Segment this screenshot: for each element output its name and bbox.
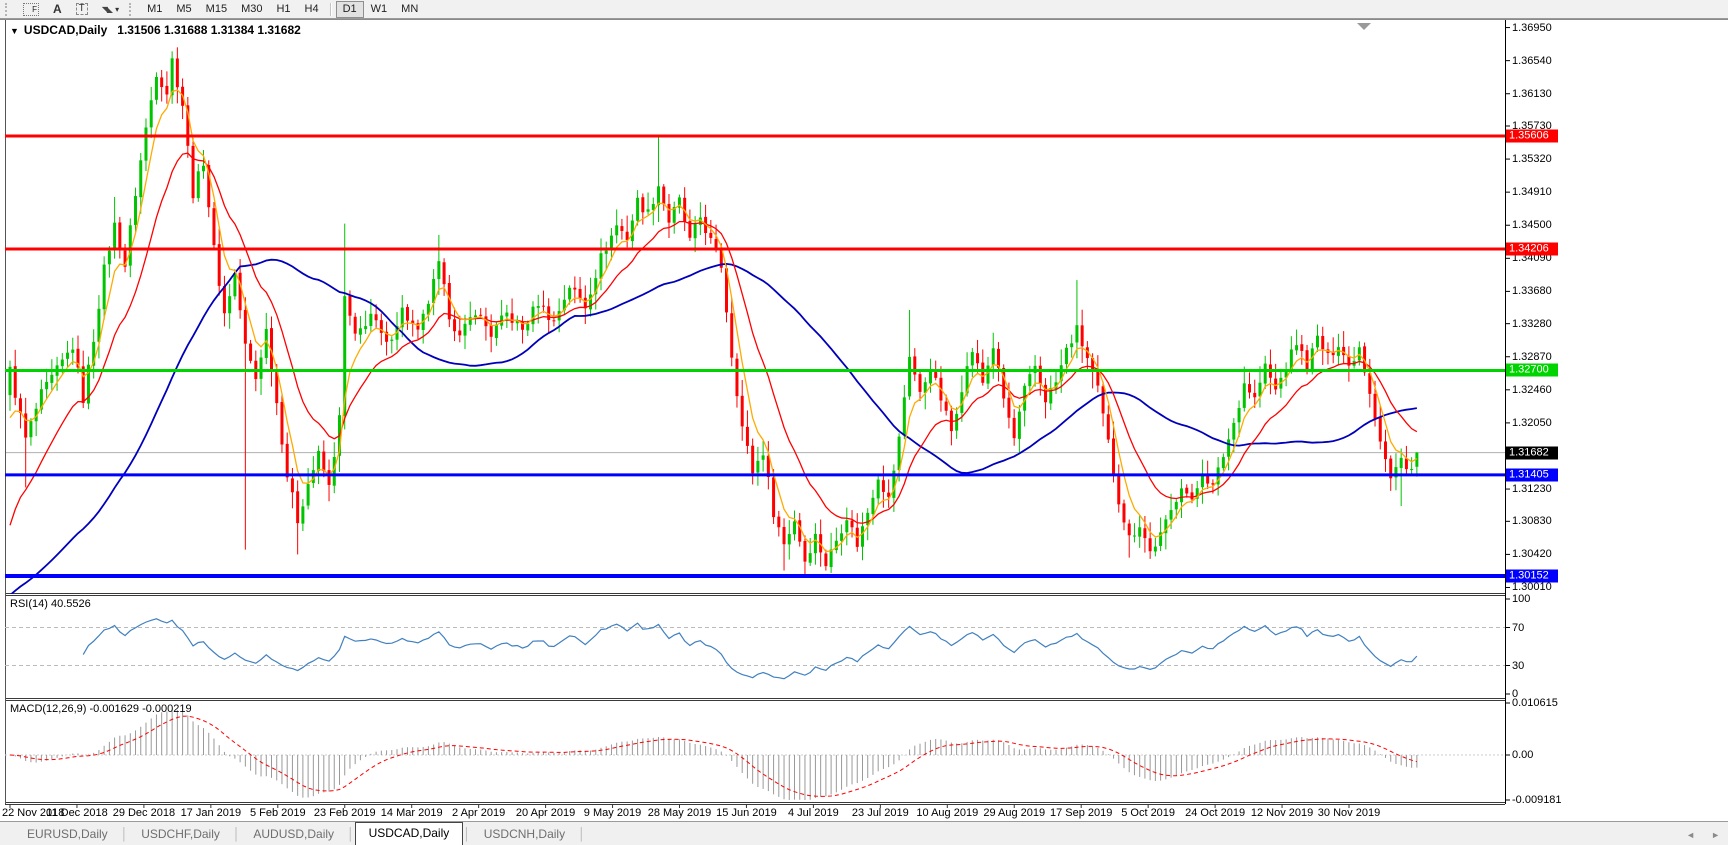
- date-tick-label: 11 Dec 2018: [46, 807, 108, 819]
- price-tick-label: 1.36130: [1512, 87, 1552, 100]
- timeframe-mn-button[interactable]: MN: [394, 1, 425, 18]
- chart-f-tool-icon: F: [23, 2, 39, 16]
- chart-tab-eurusd[interactable]: EURUSD,Daily: [14, 824, 121, 845]
- rsi-tick-label: 70: [1512, 621, 1525, 634]
- price-tick-label: 1.34500: [1512, 219, 1552, 232]
- price-tick-label: 1.36950: [1512, 21, 1552, 34]
- price-tick-label: 1.36540: [1512, 54, 1552, 67]
- date-tick-label: 9 May 2019: [583, 807, 642, 819]
- date-tick-label: 24 Oct 2019: [1185, 807, 1246, 819]
- price-tick-label: 1.32460: [1512, 383, 1552, 396]
- date-tick-label: 20 Apr 2019: [515, 807, 576, 819]
- rsi-tick-label: 30: [1512, 659, 1525, 672]
- tab-separator: │: [120, 826, 129, 841]
- date-tick-label: 12 Nov 2019: [1250, 807, 1314, 819]
- date-tick-label: 10 Aug 2019: [916, 807, 979, 819]
- chart-tab-usdcnh[interactable]: USDCNH,Daily: [471, 824, 578, 845]
- date-tick-label: 29 Aug 2019: [983, 807, 1046, 819]
- date-tick-label: 5 Feb 2019: [249, 807, 306, 819]
- price-tick-label: 1.35320: [1512, 153, 1552, 166]
- tab-separator: │: [463, 826, 471, 841]
- rsi-tick-label: 100: [1512, 593, 1531, 605]
- toolbar-grip[interactable]: [5, 2, 11, 16]
- chart-tabs: EURUSD,Daily │ USDCHF,Daily │ AUDUSD,Daily │ U…: [14, 822, 586, 845]
- label-a-tool-icon: A: [53, 2, 62, 16]
- dropdown-caret-icon[interactable]: ▾: [115, 5, 119, 14]
- date-tick-label: 23 Feb 2019: [313, 807, 376, 819]
- price-tick-label: 1.30830: [1512, 515, 1552, 528]
- timeframe-w1-button[interactable]: W1: [364, 1, 395, 18]
- price-tick-label: 1.31230: [1512, 483, 1552, 496]
- toolbar-grip-2[interactable]: [129, 2, 135, 16]
- timeframe-m5-button[interactable]: M5: [169, 1, 198, 18]
- timeframe-h4-button[interactable]: H4: [298, 1, 326, 18]
- date-tick-label: 17 Sep 2019: [1049, 807, 1113, 819]
- price-level-badge: 1.30152: [1506, 569, 1558, 583]
- price-tick-label: 1.33280: [1512, 317, 1552, 330]
- chart-tab-audusd[interactable]: AUDUSD,Daily: [240, 824, 347, 845]
- macd-label: MACD(12,26,9) -0.001629 -0.000219: [10, 703, 192, 715]
- price-level-badge: 1.31682: [1506, 446, 1558, 460]
- tab-separator: │: [578, 826, 586, 841]
- chart-tab-usdchf[interactable]: USDCHF,Daily: [128, 824, 233, 845]
- macd-tick-label: 0.00: [1512, 749, 1534, 761]
- date-tick-label: 23 Jul 2019: [851, 807, 909, 819]
- date-tick-label: 15 Jun 2019: [716, 807, 777, 819]
- toolbar-separator: [329, 2, 332, 16]
- chart-tab-usdcad[interactable]: USDCAD,Daily: [354, 822, 464, 845]
- price-level-badge: 1.35606: [1506, 129, 1558, 143]
- label-a-tool-button[interactable]: A: [46, 1, 69, 18]
- date-tick-label: 2 Apr 2019: [452, 807, 506, 819]
- scroll-right-button[interactable]: ►: [1711, 830, 1720, 840]
- date-tick-label: 4 Jul 2019: [788, 807, 839, 819]
- price-tick-label: 1.34910: [1512, 186, 1552, 199]
- drawing-tools-group: F A T ◥◣ ▾: [16, 1, 126, 18]
- arrow-shapes-tool-icon: ◥◣: [101, 4, 113, 14]
- timeframe-m30-button[interactable]: M30: [234, 1, 269, 18]
- timeframe-m1-button[interactable]: M1: [140, 1, 169, 18]
- price-level-badge: 1.34206: [1506, 242, 1558, 256]
- timeframe-toolbar: M1 M5 M15 M30 H1 H4 D1 W1 MN: [140, 0, 425, 18]
- date-tick-label: 29 Dec 2018: [112, 807, 176, 819]
- collapse-triangle-icon[interactable]: ▼: [10, 26, 19, 36]
- textbox-tool-button[interactable]: T: [69, 1, 95, 18]
- price-tick-label: 1.33680: [1512, 285, 1552, 298]
- chart-f-tool-button[interactable]: F: [16, 1, 46, 18]
- chart-tab-bar: EURUSD,Daily │ USDCHF,Daily │ AUDUSD,Daily │ U…: [0, 821, 1728, 845]
- date-tick-label: 14 Mar 2019: [380, 807, 443, 819]
- chart-symbol-period: USDCAD,Daily: [23, 23, 108, 37]
- date-tick-label: 5 Oct 2019: [1121, 807, 1176, 819]
- macd-tick-label: 0.010615: [1512, 697, 1558, 709]
- tab-separator: │: [347, 826, 355, 841]
- price-level-badge: 1.31405: [1506, 468, 1558, 482]
- top-toolbar: F A T ◥◣ ▾ M1 M5 M15 M30 H1 H4 D1 W1 MN: [0, 0, 1728, 19]
- price-tick-label: 1.30010: [1512, 581, 1552, 594]
- timeframe-d1-button[interactable]: D1: [335, 0, 364, 18]
- date-tick-label: 30 Nov 2019: [1317, 807, 1381, 819]
- timeframe-h1-button[interactable]: H1: [269, 1, 297, 18]
- price-tick-label: 1.32050: [1512, 416, 1552, 429]
- timeframe-m15-button[interactable]: M15: [199, 1, 234, 18]
- mt4-terminal: F A T ◥◣ ▾ M1 M5 M15 M30 H1 H4 D1 W1 MN 1.36950 1.365…: [0, 0, 1728, 845]
- price-tick-label: 1.30420: [1512, 548, 1552, 561]
- scroll-left-button[interactable]: ◄: [1686, 830, 1695, 840]
- chart-canvas[interactable]: [0, 0, 1728, 845]
- chart-ohlc-values: 1.31506 1.31688 1.31384 1.31682: [117, 23, 301, 37]
- chart-title: ▼ USDCAD,Daily 1.31506 1.31688 1.31384 1.3…: [10, 23, 301, 37]
- arrow-shapes-tool-button[interactable]: ◥◣ ▾: [95, 1, 126, 18]
- rsi-label: RSI(14) 40.5526: [10, 598, 91, 610]
- textbox-tool-icon: T: [75, 3, 88, 15]
- macd-tick-label: -0.009181: [1512, 794, 1562, 806]
- tab-scroll-controls: ◄ ►: [1686, 830, 1720, 840]
- tab-separator: │: [232, 826, 241, 841]
- price-level-badge: 1.32700: [1506, 363, 1558, 377]
- price-tick-label: 1.32870: [1512, 350, 1552, 363]
- date-tick-label: 17 Jan 2019: [180, 807, 242, 819]
- date-tick-label: 28 May 2019: [647, 807, 712, 819]
